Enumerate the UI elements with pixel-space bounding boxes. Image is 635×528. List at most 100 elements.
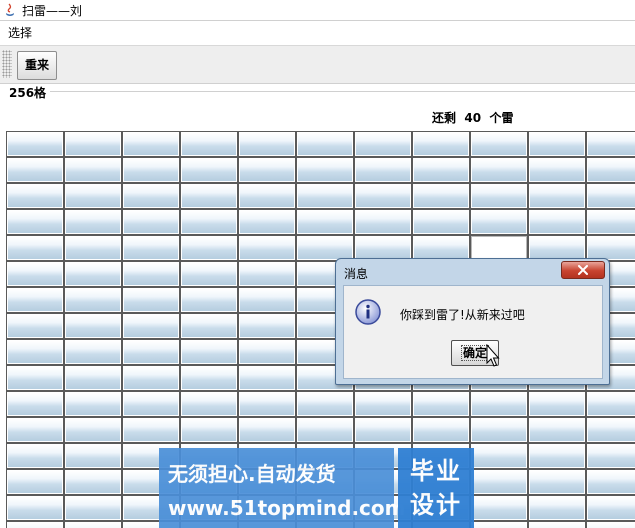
minefield-cell[interactable] [239,392,295,416]
minefield-cell[interactable] [413,236,469,260]
minefield-cell[interactable] [529,418,585,442]
minefield-cell[interactable] [471,184,527,208]
minefield-cell[interactable] [587,184,635,208]
menu-select[interactable]: 选择 [0,24,40,41]
minefield-cell[interactable] [123,340,179,364]
minefield-cell[interactable] [587,392,635,416]
minefield-cell[interactable] [529,210,585,234]
minefield-cell[interactable] [181,392,237,416]
minefield-cell[interactable] [181,418,237,442]
minefield-cell[interactable] [587,444,635,468]
minefield-cell[interactable] [65,470,121,494]
minefield-cell[interactable] [355,158,411,182]
minefield-cell[interactable] [123,392,179,416]
minefield-cell[interactable] [65,340,121,364]
minefield-cell[interactable] [7,132,63,156]
minefield-cell[interactable] [471,522,527,528]
minefield-cell[interactable] [239,236,295,260]
minefield-cell[interactable] [7,366,63,390]
minefield-cell[interactable] [181,262,237,286]
minefield-cell[interactable] [239,158,295,182]
minefield-cell[interactable] [181,132,237,156]
minefield-cell[interactable] [413,158,469,182]
minefield-cell[interactable] [7,522,63,528]
minefield-cell[interactable] [239,314,295,338]
minefield-cell[interactable] [65,314,121,338]
minefield-cell[interactable] [7,392,63,416]
minefield-cell[interactable] [181,210,237,234]
minefield-cell[interactable] [239,288,295,312]
minefield-cell[interactable] [297,184,353,208]
minefield-cell[interactable] [123,158,179,182]
minefield-cell[interactable] [529,236,585,260]
minefield-cell[interactable] [297,132,353,156]
minefield-cell[interactable] [7,288,63,312]
minefield-cell[interactable] [123,262,179,286]
minefield-cell[interactable] [529,496,585,520]
minefield-cell[interactable] [587,236,635,260]
minefield-cell[interactable] [7,340,63,364]
minefield-cell[interactable] [181,288,237,312]
minefield-cell[interactable] [471,132,527,156]
minefield-cell[interactable] [123,210,179,234]
minefield-cell[interactable] [413,184,469,208]
minefield-cell[interactable] [587,210,635,234]
minefield-cell[interactable] [471,392,527,416]
minefield-cell[interactable] [181,158,237,182]
minefield-cell[interactable] [181,340,237,364]
minefield-cell[interactable] [65,236,121,260]
minefield-cell[interactable] [7,210,63,234]
minefield-cell[interactable] [355,210,411,234]
minefield-cell[interactable] [7,262,63,286]
minefield-cell[interactable] [123,314,179,338]
minefield-cell[interactable] [297,210,353,234]
dialog-close-button[interactable] [561,261,605,279]
minefield-cell[interactable] [529,470,585,494]
minefield-cell[interactable] [355,132,411,156]
minefield-cell[interactable] [7,496,63,520]
minefield-cell[interactable] [65,132,121,156]
minefield-cell[interactable] [7,418,63,442]
minefield-cell[interactable] [65,366,121,390]
minefield-cell[interactable] [123,184,179,208]
minefield-cell[interactable] [355,184,411,208]
minefield-cell[interactable] [7,184,63,208]
minefield-cell[interactable] [297,418,353,442]
minefield-cell[interactable] [65,262,121,286]
minefield-cell[interactable] [413,210,469,234]
minefield-cell[interactable] [239,132,295,156]
minefield-cell[interactable] [181,314,237,338]
minefield-cell[interactable] [587,496,635,520]
minefield-cell[interactable] [471,470,527,494]
minefield-cell[interactable] [297,392,353,416]
minefield-cell[interactable] [587,522,635,528]
minefield-cell[interactable] [587,132,635,156]
minefield-cell[interactable] [239,340,295,364]
minefield-cell[interactable] [7,158,63,182]
minefield-cell[interactable] [471,418,527,442]
minefield-cell[interactable] [7,236,63,260]
minefield-cell[interactable] [7,470,63,494]
minefield-cell[interactable] [413,132,469,156]
minefield-cell[interactable] [239,366,295,390]
minefield-cell[interactable] [181,236,237,260]
minefield-cell[interactable] [297,236,353,260]
minefield-cell[interactable] [587,418,635,442]
minefield-cell[interactable] [65,392,121,416]
minefield-cell[interactable] [355,392,411,416]
minefield-cell[interactable] [7,444,63,468]
minefield-cell[interactable] [529,522,585,528]
minefield-cell[interactable] [471,496,527,520]
minefield-cell[interactable] [587,470,635,494]
minefield-cell[interactable] [529,184,585,208]
minefield-cell[interactable] [355,418,411,442]
minefield-cell[interactable] [239,418,295,442]
minefield-cell[interactable] [413,392,469,416]
minefield-cell[interactable] [297,158,353,182]
minefield-cell[interactable] [123,418,179,442]
minefield-cell[interactable] [7,314,63,338]
minefield-cell[interactable] [181,184,237,208]
minefield-cell[interactable] [181,366,237,390]
minefield-cell[interactable] [123,288,179,312]
minefield-cell[interactable] [65,418,121,442]
